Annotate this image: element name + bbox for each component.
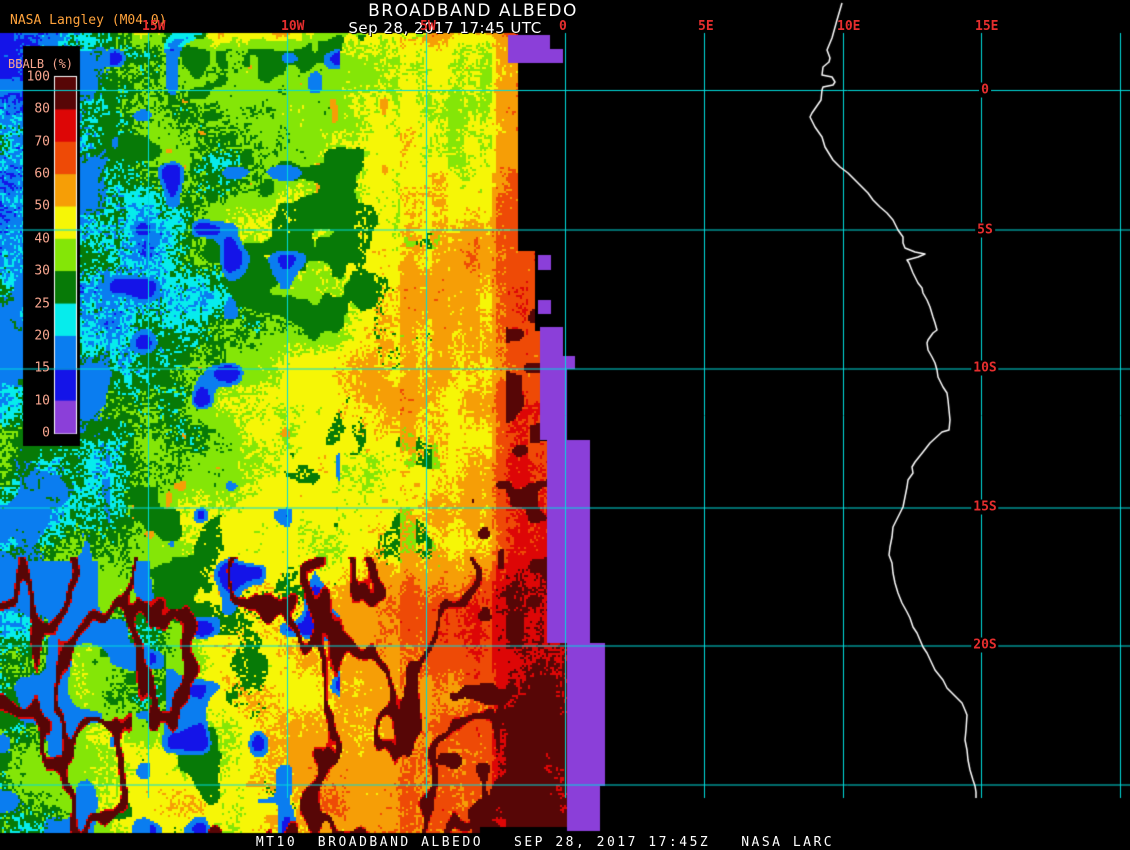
colorbar-tick-label-70: 70	[34, 134, 50, 150]
albedo-field-canvas	[0, 0, 1130, 850]
colorbar-tick-label-10: 10	[34, 393, 50, 409]
lat-label-20S: 20S	[971, 637, 999, 653]
lat-label-15S: 15S	[971, 499, 999, 515]
lon-label-5E: 5E	[698, 19, 714, 34]
colorbar-tick-label-100: 100	[26, 69, 50, 85]
lat-label-5S: 5S	[975, 222, 995, 238]
colorbar-tick-label-25: 25	[34, 296, 50, 312]
colorbar-tick-label-20: 20	[34, 328, 50, 344]
timestamp-label: Sep 28, 2017 17:45 UTC	[348, 19, 542, 37]
lon-label-10E: 10E	[837, 19, 861, 34]
colorbar-tick-label-15: 15	[34, 360, 50, 376]
lat-label-0: 0	[979, 82, 991, 98]
lon-label-10W: 10W	[281, 19, 305, 34]
colorbar-tick-label-30: 30	[34, 263, 50, 279]
colorbar-tick-label-0: 0	[42, 425, 50, 441]
lon-label-15E: 15E	[975, 19, 999, 34]
colorbar-tick-label-40: 40	[34, 231, 50, 247]
colorbar-tick-label-80: 80	[34, 101, 50, 117]
colorbar-tick-label-50: 50	[34, 198, 50, 214]
albedo-map-page: NASA Langley (M04.0) BROADBAND ALBEDO Se…	[0, 0, 1130, 850]
lon-label-0: 0	[559, 19, 567, 34]
lat-label-10S: 10S	[971, 360, 999, 376]
page-title: BROADBAND ALBEDO	[368, 1, 578, 21]
lon-label-5W: 5W	[420, 19, 436, 34]
colorbar-tick-label-60: 60	[34, 166, 50, 182]
footer-caption: MT10 BROADBAND ALBEDO SEP 28, 2017 17:45…	[255, 835, 835, 850]
lon-label-15W: 15W	[142, 19, 166, 34]
